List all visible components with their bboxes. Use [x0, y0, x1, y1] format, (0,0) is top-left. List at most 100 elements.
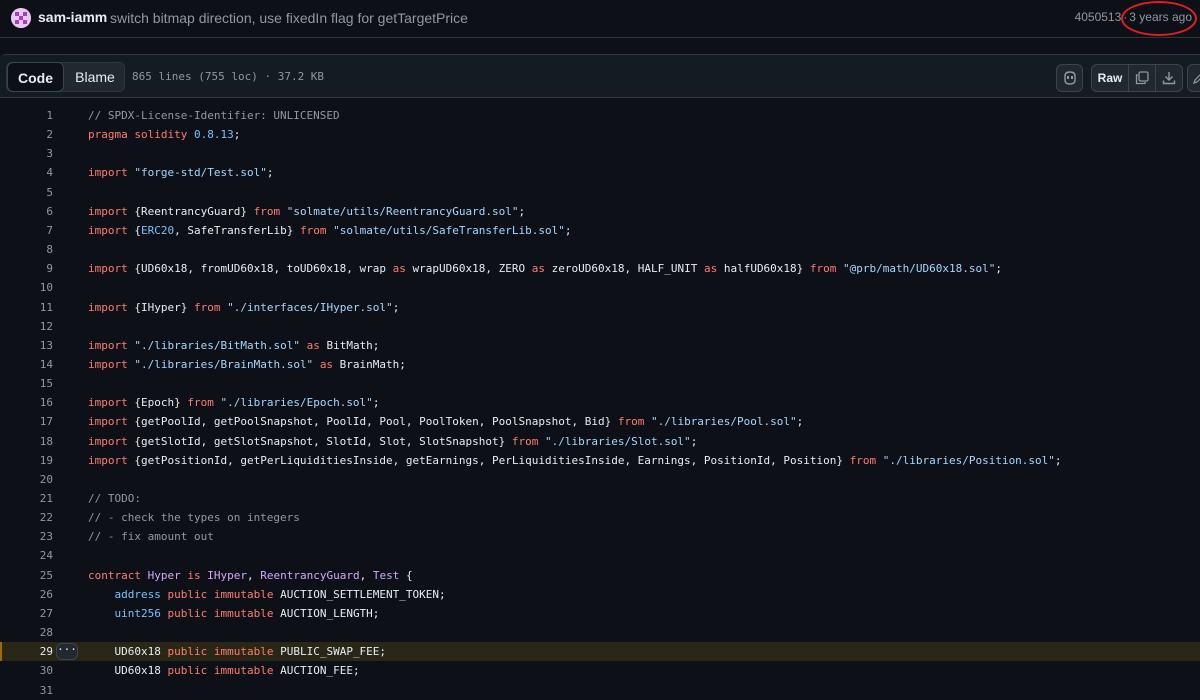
identicon-icon: [11, 8, 31, 28]
commit-time: 3 years ago: [1129, 10, 1192, 24]
line-number[interactable]: 14: [0, 355, 53, 374]
line-number[interactable]: 21: [0, 489, 53, 508]
code-text: import {IHyper} from "./interfaces/IHype…: [88, 300, 400, 314]
code-text: UD60x18 public immutable PUBLIC_SWAP_FEE…: [88, 645, 387, 659]
code-line[interactable]: 24: [0, 546, 1200, 565]
code-line[interactable]: 21 // TODO:: [0, 489, 1200, 508]
line-number[interactable]: 20: [0, 470, 53, 489]
code-line[interactable]: 1 // SPDX-License-Identifier: UNLICENSED: [0, 106, 1200, 125]
view-switcher: Code Blame: [6, 62, 125, 92]
code-line[interactable]: 23 // - fix amount out: [0, 527, 1200, 546]
code-text: import "./libraries/BrainMath.sol" as Br…: [88, 357, 406, 371]
commit-message[interactable]: switch bitmap direction, use fixedIn fla…: [110, 10, 468, 26]
line-number[interactable]: 31: [0, 681, 53, 700]
line-number[interactable]: 11: [0, 298, 53, 317]
commit-sha[interactable]: 4050513: [1075, 10, 1122, 24]
code-line[interactable]: 15: [0, 374, 1200, 393]
line-number[interactable]: 25: [0, 566, 53, 585]
line-number[interactable]: 3: [0, 144, 53, 163]
code-text: import "./libraries/BitMath.sol" as BitM…: [88, 338, 380, 352]
line-number[interactable]: 29: [0, 642, 53, 661]
line-number[interactable]: 16: [0, 393, 53, 412]
code-line[interactable]: 19 import {getPositionId, getPerLiquiditi…: [0, 451, 1200, 470]
edit-button[interactable]: [1187, 64, 1200, 92]
line-number[interactable]: 30: [0, 661, 53, 680]
code-line[interactable]: 16 import {Epoch} from "./libraries/Epoch…: [0, 393, 1200, 412]
line-number[interactable]: 6: [0, 202, 53, 221]
avatar[interactable]: [11, 8, 31, 28]
code-text: import {Epoch} from "./libraries/Epoch.s…: [88, 396, 380, 410]
raw-button[interactable]: Raw: [1092, 65, 1129, 91]
line-number[interactable]: 27: [0, 604, 53, 623]
code-text: address public immutable AUCTION_SETTLEM…: [114, 587, 446, 601]
line-options-button[interactable]: ···: [56, 643, 78, 661]
code-line[interactable]: 14 import "./libraries/BrainMath.sol" as …: [0, 355, 1200, 374]
code-line[interactable]: 25 contract Hyper is IHyper, ReentrancyGu…: [0, 566, 1200, 585]
code-text: import {getPoolId, getPoolSnapshot, Pool…: [88, 415, 804, 429]
line-number[interactable]: 10: [0, 278, 53, 297]
code-line[interactable]: 7 import {ERC20, SafeTransferLib} from "s…: [0, 221, 1200, 240]
code-line[interactable]: 30 UD60x18 public immutable AUCTION_FEE;: [0, 661, 1200, 680]
file-info: 865 lines (755 loc) · 37.2 KB: [132, 70, 325, 83]
line-number[interactable]: 17: [0, 412, 53, 431]
copilot-icon: [1063, 71, 1076, 85]
line-number[interactable]: 18: [0, 432, 53, 451]
copilot-button[interactable]: [1056, 64, 1083, 92]
code-line[interactable]: 18 import {getSlotId, getSlotSnapshot, Sl…: [0, 432, 1200, 451]
line-number[interactable]: 2: [0, 125, 53, 144]
code-line[interactable]: 22 // - check the types on integers: [0, 508, 1200, 527]
copy-raw-button[interactable]: [1129, 65, 1156, 91]
line-number[interactable]: 26: [0, 585, 53, 604]
line-number[interactable]: 13: [0, 336, 53, 355]
copy-icon: [1135, 71, 1149, 85]
code-line[interactable]: 10: [0, 278, 1200, 297]
code-text: // - fix amount out: [88, 530, 214, 544]
code-line[interactable]: 2 pragma solidity 0.8.13;: [0, 125, 1200, 144]
code-line[interactable]: 8: [0, 240, 1200, 259]
commit-author[interactable]: sam-iamm: [38, 9, 107, 25]
code-line[interactable]: 6 import {ReentrancyGuard} from "solmate/…: [0, 202, 1200, 221]
line-number[interactable]: 12: [0, 317, 53, 336]
line-number[interactable]: 4: [0, 163, 53, 182]
code-line[interactable]: 20: [0, 470, 1200, 489]
code-line[interactable]: 13 import "./libraries/BitMath.sol" as Bi…: [0, 336, 1200, 355]
code-line[interactable]: 26 address public immutable AUCTION_SETT…: [0, 585, 1200, 604]
code-line[interactable]: 27 uint256 public immutable AUCTION_LENG…: [0, 604, 1200, 623]
line-number[interactable]: 22: [0, 508, 53, 527]
code-line[interactable]: 4 import "forge-std/Test.sol";: [0, 163, 1200, 182]
line-number[interactable]: 5: [0, 183, 53, 202]
line-number[interactable]: 24: [0, 546, 53, 565]
code-text: import {getSlotId, getSlotSnapshot, Slot…: [88, 434, 698, 448]
file-header: Code Blame 865 lines (755 loc) · 37.2 KB…: [0, 54, 1200, 98]
commit-bar: sam-iamm switch bitmap direction, use fi…: [0, 0, 1200, 38]
code-line[interactable]: 11 import {IHyper} from "./interfaces/IHy…: [0, 298, 1200, 317]
tab-code[interactable]: Code: [7, 62, 64, 92]
line-number[interactable]: 19: [0, 451, 53, 470]
line-number[interactable]: 28: [0, 623, 53, 642]
tab-blame[interactable]: Blame: [65, 63, 125, 91]
line-number[interactable]: 23: [0, 527, 53, 546]
separator: ·: [1123, 10, 1128, 24]
code-line[interactable]: 28: [0, 623, 1200, 642]
code-line[interactable]: 31: [0, 681, 1200, 700]
code-text: import {ERC20, SafeTransferLib} from "so…: [88, 223, 572, 237]
code-text: import {ReentrancyGuard} from "solmate/u…: [88, 204, 526, 218]
code-text: // SPDX-License-Identifier: UNLICENSED: [88, 109, 340, 122]
line-number[interactable]: 1: [0, 106, 53, 125]
download-button[interactable]: [1156, 65, 1182, 91]
code-line[interactable]: 17 import {getPoolId, getPoolSnapshot, Po…: [0, 412, 1200, 431]
code-text: pragma solidity 0.8.13;: [88, 128, 241, 142]
line-number[interactable]: 8: [0, 240, 53, 259]
line-number[interactable]: 7: [0, 221, 53, 240]
code-line[interactable]: 12: [0, 317, 1200, 336]
code-line[interactable]: 29 ··· UD60x18 public immutable PUBLIC_SW…: [0, 642, 1200, 662]
line-number[interactable]: 15: [0, 374, 53, 393]
code-text: import "forge-std/Test.sol";: [88, 166, 274, 180]
code-line[interactable]: 3: [0, 144, 1200, 163]
line-number[interactable]: 9: [0, 259, 53, 278]
code-text: UD60x18 public immutable AUCTION_FEE;: [88, 664, 360, 678]
commit-meta: 4050513 · 3 years ago: [1075, 10, 1192, 24]
code-line[interactable]: 9 import {UD60x18, fromUD60x18, toUD60x18…: [0, 259, 1200, 278]
code-text: contract Hyper is IHyper, ReentrancyGuar…: [88, 568, 413, 582]
code-line[interactable]: 5: [0, 183, 1200, 202]
